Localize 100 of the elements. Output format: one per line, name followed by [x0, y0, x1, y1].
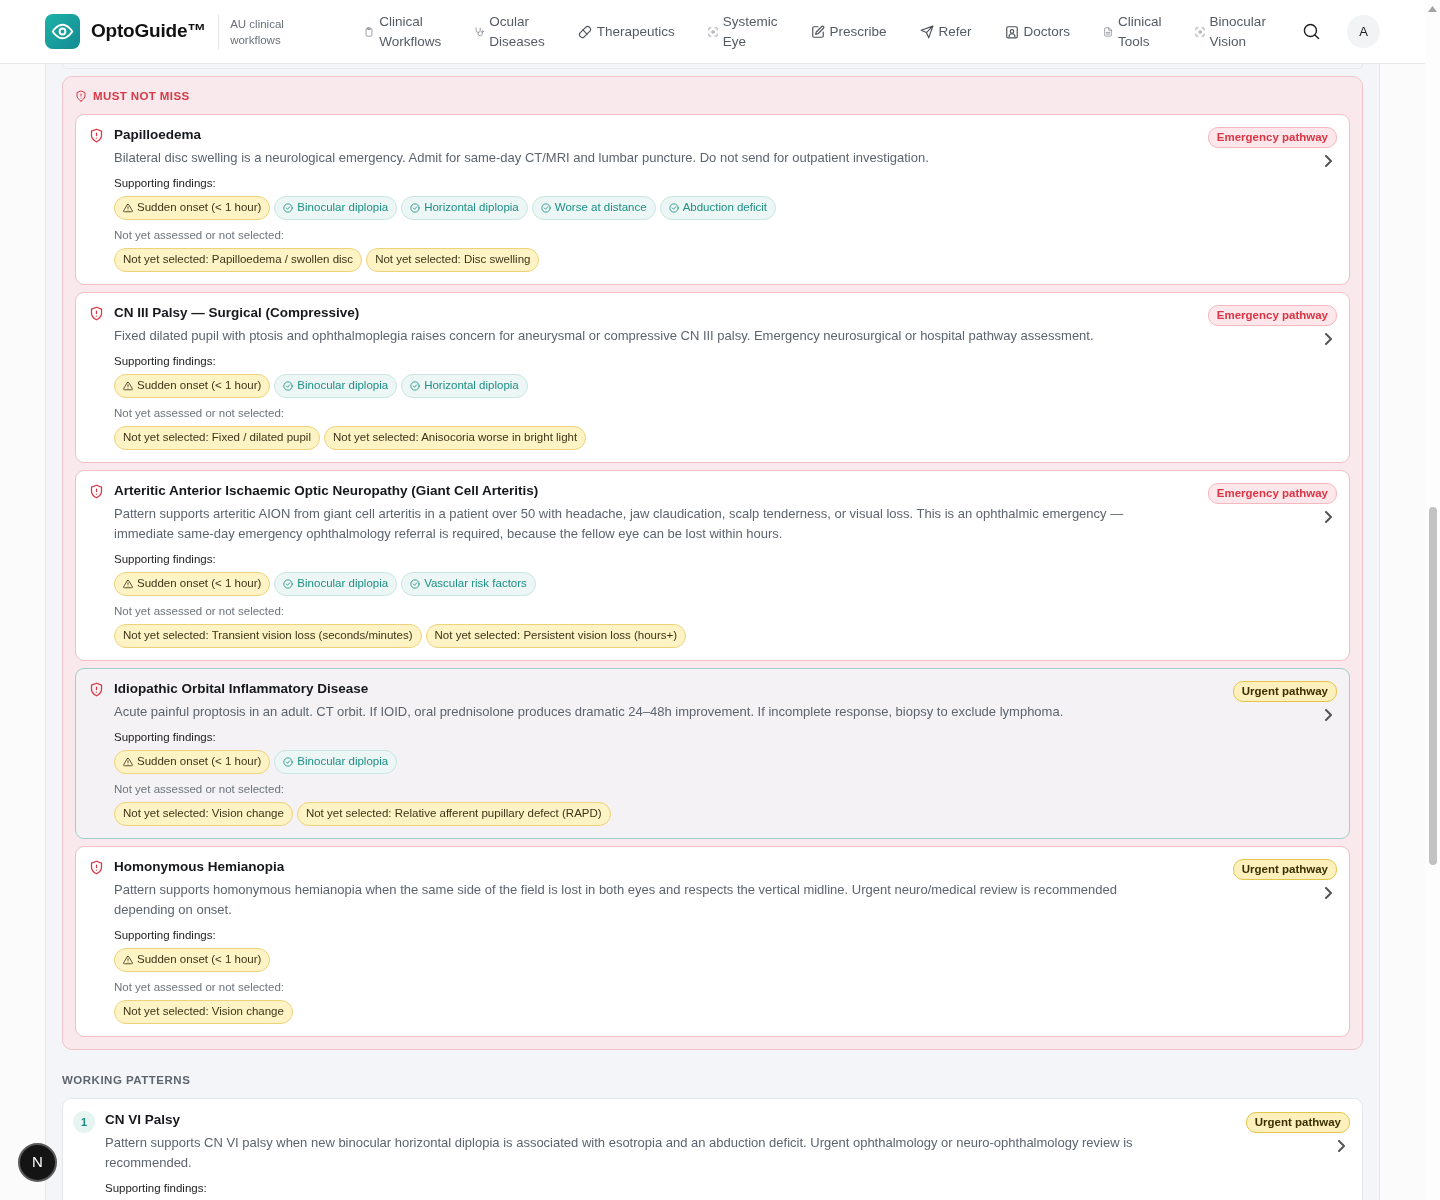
pathway-badge: Emergency pathway [1207, 305, 1337, 326]
check-circle-icon [668, 203, 679, 213]
finding-text: Binocular diplopia [297, 200, 389, 216]
check-circle-icon [410, 579, 421, 589]
check-circle-icon [283, 579, 294, 589]
warning-icon [123, 757, 133, 767]
finding-text: Binocular diplopia [297, 754, 389, 770]
check-circle-icon [410, 203, 421, 213]
finding-text: Binocular diplopia [297, 576, 389, 592]
nav-link[interactable]: Therapeutics [577, 21, 675, 42]
nav-link[interactable]: Ocular Diseases [474, 11, 545, 52]
scroll-up-arrow-icon[interactable] [1428, 6, 1437, 12]
brand-tagline: AU clinical workflows [230, 16, 285, 48]
missing-finding-tag: Not yet selected: Vision change [114, 802, 293, 826]
brand-name[interactable]: OptoGuide™ [91, 17, 207, 46]
warning-icon [123, 203, 133, 213]
scan-icon [1194, 26, 1205, 37]
nav-link[interactable]: Doctors [1004, 21, 1071, 42]
nav-link[interactable]: Clinical Tools [1103, 11, 1162, 52]
check-circle-icon [283, 203, 294, 213]
warning-icon [123, 579, 133, 589]
finding-text: Sudden onset (< 1 hour) [137, 200, 262, 216]
missing-finding-tag: Not yet selected: Persistent vision loss (hours+) [425, 624, 687, 648]
findings-label: Supporting findings: [114, 928, 217, 943]
check-circle-icon [283, 757, 294, 767]
shield-alert-icon [89, 860, 104, 875]
diagnosis-title: Arteritic Anterior Ischaemic Optic Neuropathy (Giant Cell Arteritis) [114, 482, 540, 500]
diagnosis-title: Idiopathic Orbital Inflammatory Disease [114, 680, 370, 698]
chevron-right-icon[interactable] [1325, 155, 1332, 167]
check-circle-icon [540, 203, 551, 213]
diagnosis-title: Papilloedema [114, 126, 203, 144]
shield-alert-icon [75, 90, 87, 102]
edit-icon [810, 24, 825, 39]
diagnosis-description: Pattern supports arteritic AION from giant cell arteritis in a patient over 50 with headache, jaw claudication, scalp tenderness, or visual loss. This is an ophthalmic emergency — immediate same-day emergency ophthalmology referral is required, because the fellow eye can be lost within hours. [114, 505, 1125, 543]
step-number: 1 [73, 1111, 95, 1133]
missing-finding-tag: Not yet selected: Disc swelling [366, 248, 540, 272]
check-circle-icon [410, 381, 421, 391]
pattern-description: Pattern supports CN VI palsy when new binocular horizontal diplopia is associated with esotropia and an abduction deficit. Urgent ophthalmology or neuro-ophthalmology review is recommended. [105, 1134, 1134, 1172]
shield-alert-icon [89, 484, 104, 499]
pill-icon [577, 24, 592, 39]
finding-text: Sudden onset (< 1 hour) [137, 754, 262, 770]
pathway-badge: Emergency pathway [1207, 483, 1337, 504]
findings-label: Supporting findings: [114, 176, 217, 191]
diagnosis-card[interactable] [75, 668, 1350, 839]
findings-label: Not yet assessed or not selected: [114, 604, 286, 619]
diagnosis-title: Homonymous Hemianopia [114, 858, 286, 876]
finding-text: Horizontal diplopia [424, 378, 519, 394]
finding-text: Binocular diplopia [297, 378, 389, 394]
finding-text: Horizontal diplopia [424, 200, 519, 216]
section-heading: MUST NOT MISS [93, 89, 190, 104]
document-icon [1103, 26, 1114, 37]
eye-logo-icon[interactable] [45, 14, 80, 49]
nav-link[interactable]: Refer [919, 21, 972, 42]
pattern-title: CN VI Palsy [105, 1111, 182, 1129]
section-heading: WORKING PATTERNS [62, 1073, 192, 1088]
finding-text: Sudden onset (< 1 hour) [137, 952, 262, 968]
chevron-right-icon[interactable] [1325, 709, 1332, 721]
scrollbar-thumb[interactable] [1428, 507, 1437, 865]
warning-icon [123, 381, 133, 391]
finding-text: Worse at distance [554, 200, 647, 216]
nav-link[interactable]: Prescribe [810, 21, 887, 42]
finding-text: Sudden onset (< 1 hour) [137, 576, 262, 592]
findings-label: Supporting findings: [114, 354, 217, 369]
missing-finding-tag: Not yet selected: Transient vision loss (seconds/minutes) [114, 624, 422, 648]
warning-icon [123, 955, 133, 965]
diagnosis-card[interactable] [75, 470, 1350, 661]
findings-label: Supporting findings: [114, 552, 217, 567]
shield-alert-icon [89, 682, 104, 697]
pattern-card[interactable] [62, 1098, 1363, 1200]
send-icon [919, 24, 934, 39]
chevron-right-icon[interactable] [1325, 887, 1332, 899]
avatar-button[interactable]: A [1347, 15, 1380, 48]
diagnosis-card[interactable] [75, 292, 1350, 463]
check-circle-icon [283, 381, 294, 391]
pathway-badge: Emergency pathway [1207, 127, 1337, 148]
pathway-badge: Urgent pathway [1232, 681, 1337, 702]
finding-text: Sudden onset (< 1 hour) [137, 378, 262, 394]
finding-text: Vascular risk factors [424, 576, 527, 592]
chevron-right-icon[interactable] [1338, 1140, 1345, 1152]
missing-finding-tag: Not yet selected: Fixed / dilated pupil [114, 426, 320, 450]
findings-label: Not yet assessed or not selected: [114, 980, 286, 995]
nav-link[interactable]: Binocular Vision [1194, 11, 1266, 52]
findings-label: Not yet assessed or not selected: [114, 228, 286, 243]
findings-label: Not yet assessed or not selected: [114, 782, 286, 797]
findings-label: Supporting findings: [114, 730, 217, 745]
pathway-badge: Urgent pathway [1245, 1112, 1350, 1133]
findings-label: Not yet assessed or not selected: [114, 406, 286, 421]
nav-link[interactable]: Systemic Eye [707, 11, 778, 52]
missing-finding-tag: Not yet selected: Papilloedema / swollen disc [114, 248, 363, 272]
pathway-badge: Urgent pathway [1232, 859, 1337, 880]
search-icon[interactable] [1303, 23, 1320, 40]
diagnosis-description: Pattern supports homonymous hemianopia when the same side of the field is lost in both eyes and respects the vertical midline. Urgent neuro/medical review is recommended depending on onset. [114, 881, 1118, 919]
chevron-right-icon[interactable] [1325, 511, 1332, 523]
shield-alert-icon [89, 306, 104, 321]
missing-finding-tag: Not yet selected: Vision change [114, 1000, 293, 1024]
missing-finding-tag: Not yet selected: Anisocoria worse in bright light [323, 426, 587, 450]
contact-card-icon [1004, 24, 1019, 39]
chevron-right-icon[interactable] [1325, 333, 1332, 345]
diagnosis-description: Acute painful proptosis in an adult. CT orbit. If IOID, oral prednisolone produces dramatic 24–48h improvement. If incomplete response, biopsy to exclude lymphoma. [114, 703, 1065, 721]
nav-link[interactable]: Clinical Workflows [364, 11, 442, 52]
